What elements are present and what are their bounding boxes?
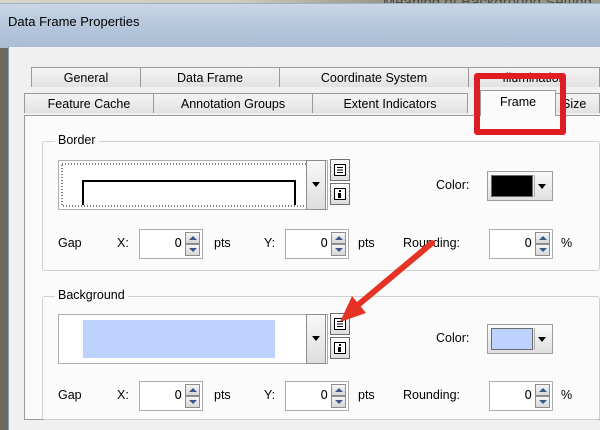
border-line-sample [61,163,325,207]
border-gap-x-spinner[interactable]: 0 [139,229,203,259]
spin-down-icon[interactable] [331,244,346,256]
border-gap-y-label: Y: [264,236,276,250]
spin-up-icon[interactable] [331,384,346,396]
tab-label: Data Frame [177,71,243,85]
frame-tab-highlight [474,73,566,135]
spin-up-icon[interactable] [185,232,200,244]
border-rounding-spinner[interactable]: 0 [489,229,553,259]
background-properties-button[interactable] [330,337,350,359]
border-gap-y-value: 0 [320,236,328,250]
background-gap-y-spinner[interactable]: 0 [285,381,349,411]
chevron-down-icon [534,175,549,197]
tab-label: General [63,71,109,85]
background-rounding-value: 0 [524,388,532,402]
spin-up-icon[interactable] [331,232,346,244]
background-gap-y-unit: pts [358,388,375,402]
background-color-picker[interactable] [487,324,553,354]
info-icon [334,188,346,200]
background-color-swatch [491,328,533,350]
tab-extent-indicators[interactable]: Extent Indicators [312,93,468,113]
border-rounding-label: Rounding: [403,236,460,250]
background-rounding-label: Rounding: [403,388,460,402]
spin-down-icon[interactable] [535,396,550,408]
border-color-swatch [491,175,533,197]
tab-label: Feature Cache [47,97,131,111]
background-rounding-spinner[interactable]: 0 [489,381,553,411]
background-fill-sample [83,320,275,358]
border-style-dropdown[interactable] [306,160,326,210]
spin-down-icon[interactable] [185,396,200,408]
background-rounding-unit: % [561,388,573,402]
background-gap-x-value: 0 [174,388,182,402]
list-icon [334,318,346,330]
spin-up-icon[interactable] [535,232,550,244]
border-gap-x-value: 0 [174,236,182,250]
border-gap-y-spinner[interactable]: 0 [285,229,349,259]
background-gap-y-value: 0 [320,388,328,402]
tab-label: Coordinate System [320,71,428,85]
background-gap-x-unit: pts [214,388,231,402]
spin-up-icon[interactable] [535,384,550,396]
background-gap-y-label: Y: [264,388,276,402]
spin-down-icon[interactable] [535,244,550,256]
tab-general[interactable]: General [31,67,141,87]
border-gap-y-unit: pts [358,236,375,250]
border-color-picker[interactable] [487,171,553,201]
tab-annotation-groups[interactable]: Annotation Groups [153,93,313,113]
background-gap-label: Gap [58,388,82,402]
list-icon [334,164,346,176]
info-icon [334,342,346,354]
border-properties-button[interactable] [330,183,350,205]
border-gap-label: Gap [58,236,82,250]
background-symbol-button[interactable] [330,313,350,335]
border-gap-x-unit: pts [214,236,231,250]
border-symbol-button[interactable] [330,159,350,181]
border-rounding-unit: % [561,236,573,250]
border-legend: Border [55,133,99,147]
background-preview[interactable] [58,314,328,364]
border-color-label: Color: [436,178,470,192]
tab-label: Annotation Groups [180,97,286,111]
border-rounding-value: 0 [524,236,532,250]
background-gap-x-spinner[interactable]: 0 [139,381,203,411]
border-preview[interactable] [58,160,328,210]
border-gap-x-label: X: [117,236,129,250]
spin-down-icon[interactable] [185,244,200,256]
tab-data-frame[interactable]: Data Frame [140,67,280,87]
title-bar: Data Frame Properties [0,3,600,48]
background-style-dropdown[interactable] [306,314,326,364]
spin-down-icon[interactable] [331,396,346,408]
window-title: Data Frame Properties [8,14,140,29]
spin-up-icon[interactable] [185,384,200,396]
background-color-label: Color: [436,331,470,345]
background-gap-x-label: X: [117,388,129,402]
tab-label: Extent Indicators [343,97,437,111]
chevron-down-icon [534,328,549,350]
tab-feature-cache[interactable]: Feature Cache [24,93,154,113]
background-legend: Background [55,288,128,302]
tab-coordinate-system[interactable]: Coordinate System [279,67,469,87]
